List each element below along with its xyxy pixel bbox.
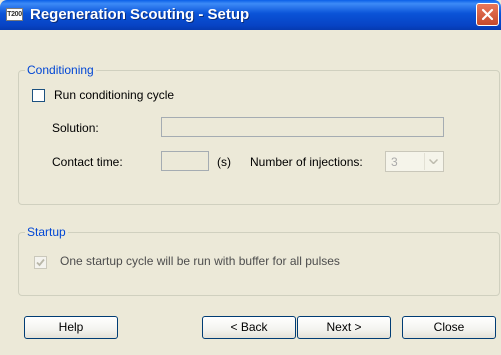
help-button[interactable]: Help xyxy=(24,316,118,339)
back-button[interactable]: < Back xyxy=(202,316,296,339)
solution-label: Solution: xyxy=(52,121,99,135)
contact-time-label: Contact time: xyxy=(52,155,123,169)
window-close-button[interactable] xyxy=(476,3,499,26)
startup-checkbox-label: One startup cycle will be run with buffe… xyxy=(60,254,340,268)
title-bar: T200 Regeneration Scouting - Setup xyxy=(0,0,501,30)
contact-time-field[interactable] xyxy=(161,151,209,171)
close-icon xyxy=(481,8,494,21)
run-conditioning-checkbox[interactable] xyxy=(32,89,45,102)
chevron-down-icon xyxy=(429,159,438,164)
startup-checkbox[interactable] xyxy=(34,256,47,269)
solution-field[interactable] xyxy=(161,117,444,137)
app-icon: T200 xyxy=(6,8,23,21)
contact-time-unit: (s) xyxy=(217,155,231,169)
startup-legend: Startup xyxy=(25,225,68,239)
next-button[interactable]: Next > xyxy=(297,316,391,339)
dropdown-arrow-icon[interactable] xyxy=(424,153,442,170)
close-button[interactable]: Close xyxy=(402,316,496,339)
window-title: Regeneration Scouting - Setup xyxy=(30,6,250,23)
injections-value: 3 xyxy=(391,155,398,169)
injections-select[interactable]: 3 xyxy=(385,151,444,172)
checkmark-icon xyxy=(36,258,45,267)
conditioning-legend: Conditioning xyxy=(25,63,96,77)
injections-label: Number of injections: xyxy=(250,155,363,169)
run-conditioning-label[interactable]: Run conditioning cycle xyxy=(54,88,174,102)
